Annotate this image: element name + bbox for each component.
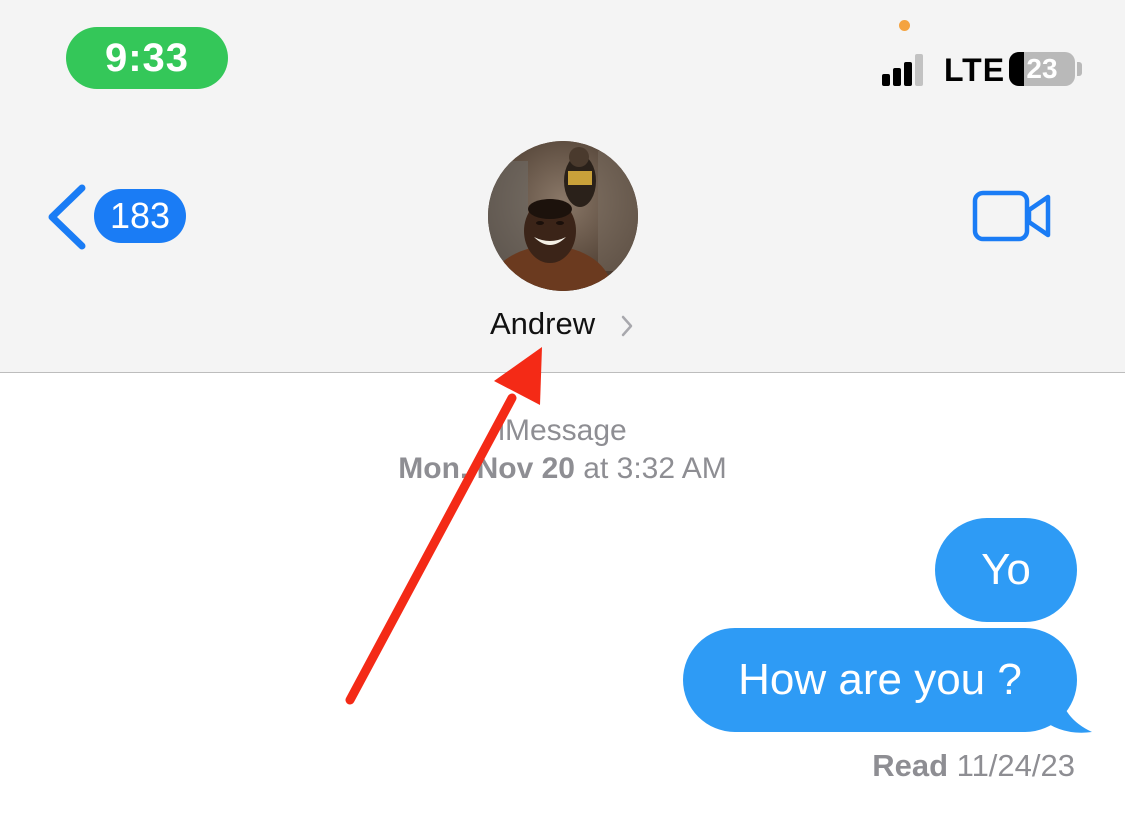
timestamp-time: at 3:32 AM [574, 452, 727, 485]
video-camera-icon[interactable] [971, 188, 1053, 244]
status-time[interactable]: 9:33 [66, 27, 228, 89]
conversation-timestamp: Mon, Nov 20 at 3:32 AM [0, 452, 1125, 486]
cellular-signal-icon [882, 52, 932, 86]
contact-name[interactable]: Andrew [490, 306, 595, 342]
read-label: Read [872, 748, 949, 783]
back-button[interactable]: 183 [44, 184, 194, 250]
network-type: LTE [944, 52, 1006, 88]
read-receipt: Read 11/24/23 [872, 748, 1075, 784]
chevron-left-icon [48, 184, 86, 250]
message-bubble[interactable]: How are you ? [683, 628, 1077, 732]
message-bubble[interactable]: Yo [935, 518, 1077, 622]
unread-count-badge: 183 [94, 189, 186, 243]
battery-icon: 23 [1009, 52, 1075, 86]
read-date: 11/24/23 [948, 748, 1075, 783]
service-label: iMessage [498, 414, 627, 447]
contact-avatar[interactable] [488, 141, 638, 291]
contact-photo [488, 141, 638, 291]
privacy-indicator-icon [899, 20, 910, 31]
battery-percent: 23 [1026, 53, 1058, 84]
timestamp-day: Mon, Nov 20 [398, 452, 575, 485]
chevron-right-icon[interactable] [620, 314, 634, 338]
conversation-header: 9:33 LTE 23 183 Andrew [0, 0, 1125, 373]
battery-tip [1077, 62, 1082, 76]
